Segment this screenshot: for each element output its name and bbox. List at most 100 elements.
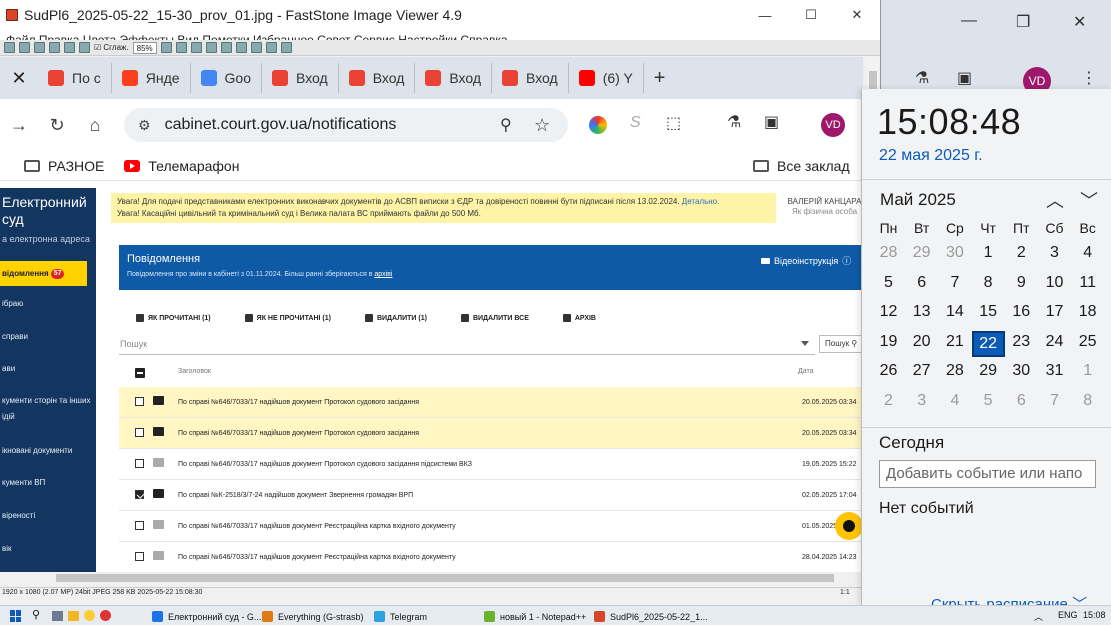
action-button[interactable]: АРХІВ: [562, 311, 596, 325]
table-row[interactable]: По справі №К-2518/3/7-24 надійшов докуме…: [119, 480, 863, 511]
taskbar-clock[interactable]: 15:08: [1083, 610, 1106, 620]
calendar-day[interactable]: 13: [905, 303, 938, 321]
row-checkbox[interactable]: [135, 552, 144, 561]
site-brand[interactable]: Електронний суд: [2, 194, 87, 228]
sidebar-item[interactable]: ікновані документи: [2, 446, 72, 455]
browser-tab[interactable]: Янде: [112, 63, 191, 93]
sidebar-item-notifications[interactable]: відомлення 57: [0, 261, 87, 286]
extensions-puzzle-icon[interactable]: ⬚: [666, 113, 681, 133]
calendar-day[interactable]: 29: [972, 362, 1005, 380]
extension-s-icon[interactable]: S: [630, 114, 641, 132]
browser-tab[interactable]: Goo: [191, 63, 263, 93]
tab-search-icon[interactable]: ▣: [764, 112, 779, 132]
calendar-day[interactable]: 16: [1005, 303, 1038, 321]
file-explorer-icon[interactable]: [68, 611, 79, 621]
site-info-icon[interactable]: ⚙: [138, 117, 151, 134]
help-icon[interactable]: ⓘ: [842, 254, 851, 267]
lab-flask-icon[interactable]: ⚗: [915, 68, 929, 88]
sidebar-item[interactable]: кументи ВП: [2, 478, 45, 487]
delete-icon[interactable]: [280, 42, 292, 53]
print-icon[interactable]: [250, 42, 262, 53]
sidebar-item[interactable]: ібраю: [2, 299, 23, 308]
add-event-input[interactable]: Добавить событие или напо: [879, 460, 1096, 488]
calendar-day[interactable]: 7: [1038, 392, 1071, 410]
calendar-day[interactable]: 6: [905, 274, 938, 292]
prev-icon[interactable]: [34, 42, 45, 53]
chevron-down-icon[interactable]: [801, 341, 809, 346]
extension-color-icon[interactable]: [589, 116, 607, 134]
profile-avatar[interactable]: VD: [821, 113, 845, 137]
calendar-day[interactable]: 20: [905, 333, 938, 351]
calendar-day[interactable]: 3: [1038, 244, 1071, 262]
rotate-right-icon[interactable]: [190, 42, 202, 53]
calendar-day[interactable]: 5: [972, 392, 1005, 410]
opera-taskbar-icon[interactable]: [100, 610, 111, 621]
row-checkbox[interactable]: [135, 459, 144, 468]
input-language[interactable]: ENG: [1058, 610, 1078, 620]
warning-details-link[interactable]: Детально.: [682, 197, 720, 206]
calendar-day[interactable]: 28: [938, 362, 971, 380]
close-button[interactable]: ✕: [1073, 12, 1086, 32]
calendar-day[interactable]: 23: [1005, 333, 1038, 351]
taskbar-app[interactable]: Електронний суд - G...: [152, 609, 261, 624]
reload-icon[interactable]: ↻: [38, 115, 76, 136]
clock-date[interactable]: 22 мая 2025 г.: [879, 147, 983, 165]
calendar-day[interactable]: 2: [1005, 244, 1038, 262]
color-icon[interactable]: [235, 42, 247, 53]
browser-tab[interactable]: Вход: [262, 63, 339, 93]
taskbar-app[interactable]: Telegram: [374, 609, 427, 624]
calendar-day[interactable]: 24: [1038, 333, 1071, 351]
minimize-button[interactable]: —: [961, 12, 977, 30]
chevron-down-icon[interactable]: ﹀: [1080, 187, 1098, 213]
zoom-select[interactable]: 85%: [132, 41, 157, 54]
maximize-button[interactable]: ☐: [788, 0, 834, 30]
zoom-out-icon[interactable]: [79, 42, 90, 53]
lab-flask-icon[interactable]: ⚗: [727, 112, 741, 132]
calendar-day[interactable]: 8: [1071, 392, 1104, 410]
calendar-day[interactable]: 8: [972, 274, 1005, 292]
search-button[interactable]: Пошук ⚲: [819, 335, 863, 353]
rotate-left-icon[interactable]: [175, 42, 187, 53]
calendar-day[interactable]: 21: [938, 333, 971, 351]
calendar-day[interactable]: 7: [938, 274, 971, 292]
all-bookmarks[interactable]: Все заклад: [753, 158, 850, 174]
calendar-day-today[interactable]: 22: [971, 330, 1005, 357]
sidebar-item[interactable]: ави: [2, 364, 15, 373]
row-checkbox[interactable]: [135, 490, 144, 499]
calendar-day[interactable]: 4: [938, 392, 971, 410]
calendar-day[interactable]: 9: [1005, 274, 1038, 292]
hand-icon[interactable]: [160, 42, 172, 53]
smooth-checkbox[interactable]: ☑ Сглаж.: [94, 43, 129, 52]
calendar-month[interactable]: Май 2025: [880, 190, 956, 210]
sidebar-item[interactable]: віреності: [2, 511, 35, 520]
table-row[interactable]: По справі №646/7033/17 надійшов документ…: [119, 387, 863, 418]
action-button[interactable]: ВИДАЛИТИ ВСЕ: [460, 311, 529, 325]
calendar-day[interactable]: 3: [905, 392, 938, 410]
calendar-day[interactable]: 15: [972, 303, 1005, 321]
row-checkbox[interactable]: [135, 428, 144, 437]
archive-link[interactable]: архіві: [374, 271, 392, 278]
browser-icon[interactable]: [19, 42, 30, 53]
sidebar-item[interactable]: вік: [2, 544, 12, 553]
task-view-icon[interactable]: [52, 611, 63, 621]
calendar-day[interactable]: 1: [972, 244, 1005, 262]
hide-agenda-button[interactable]: Скрыть расписание ﹀: [931, 593, 1087, 605]
bookmark-telemarafon[interactable]: Телемарафон: [124, 158, 239, 174]
calendar-day[interactable]: 10: [1038, 274, 1071, 292]
horizontal-scrollbar[interactable]: [0, 572, 863, 584]
table-row[interactable]: По справі №646/7033/17 надійшов документ…: [119, 418, 863, 449]
table-row[interactable]: По справі №646/7033/17 надійшов документ…: [119, 449, 863, 480]
action-button[interactable]: ВИДАЛИТИ (1): [364, 311, 427, 325]
minimize-button[interactable]: —: [742, 0, 788, 30]
address-bar[interactable]: ⚙ cabinet.court.gov.ua/notifications ⚲ ☆: [124, 108, 568, 142]
forward-icon[interactable]: →: [0, 115, 38, 136]
calendar-day[interactable]: 28: [872, 244, 905, 262]
bookmark-raznoe[interactable]: РАЗНОЕ: [24, 158, 104, 174]
action-button[interactable]: ЯК ПРОЧИТАНІ (1): [136, 311, 211, 325]
resize-icon[interactable]: [220, 42, 232, 53]
crop-icon[interactable]: [205, 42, 217, 53]
calendar-day[interactable]: 14: [938, 303, 971, 321]
calendar-day[interactable]: 6: [1005, 392, 1038, 410]
calendar-day[interactable]: 26: [872, 362, 905, 380]
calendar-day[interactable]: 12: [872, 303, 905, 321]
